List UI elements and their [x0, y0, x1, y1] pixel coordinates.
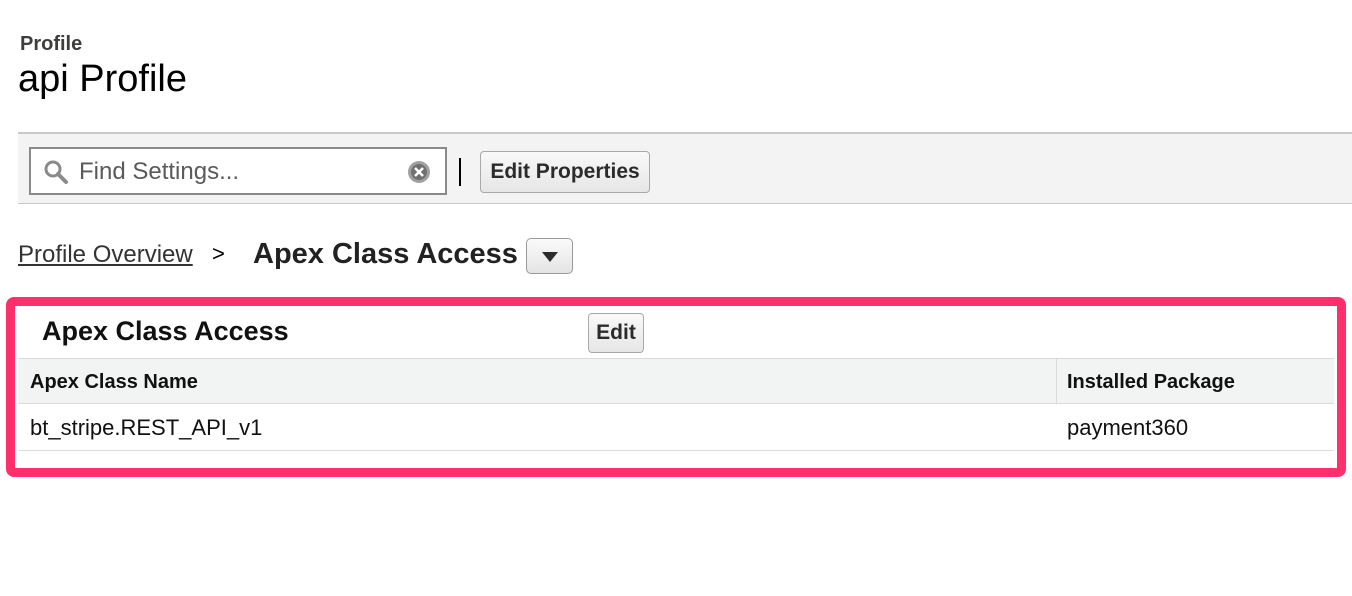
page-title: api Profile: [18, 58, 187, 100]
page: Profile api Profile Edit Properties: [0, 0, 1352, 596]
edit-properties-button[interactable]: Edit Properties: [480, 151, 650, 193]
search-icon: [43, 159, 69, 185]
chevron-down-icon: [542, 252, 558, 262]
page-kicker: Profile: [20, 33, 83, 55]
breadcrumb-dropdown-button[interactable]: [526, 238, 573, 274]
search-box[interactable]: [29, 147, 447, 195]
breadcrumb-current: Apex Class Access: [253, 238, 518, 270]
search-input[interactable]: [77, 155, 401, 189]
breadcrumb-profile-overview[interactable]: Profile Overview: [18, 241, 193, 269]
breadcrumb-separator: >: [212, 241, 225, 266]
clear-icon[interactable]: [407, 160, 431, 184]
highlight-annotation: [6, 297, 1346, 477]
settings-toolbar: Edit Properties: [18, 132, 1352, 204]
toolbar-divider: [459, 158, 461, 186]
